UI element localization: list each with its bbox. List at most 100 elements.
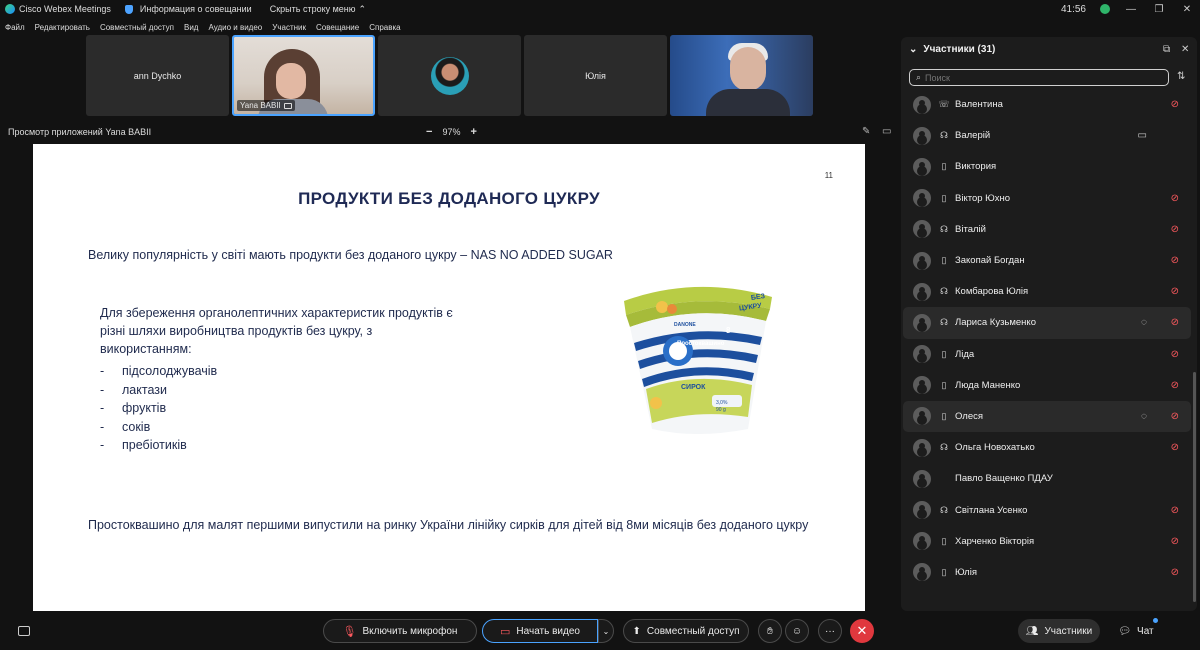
avatar bbox=[913, 438, 931, 457]
meeting-info-button[interactable]: Информация о совещании bbox=[124, 4, 252, 14]
sharing-icon bbox=[283, 102, 292, 109]
participant-row[interactable]: ☊ Лариса Кузьменко ◌ ⊘ bbox=[903, 307, 1191, 339]
avatar bbox=[913, 345, 931, 364]
list-item-text: лактази bbox=[122, 382, 167, 397]
participant-row[interactable]: ▯ Закопай Богдан ⊘ bbox=[903, 245, 1191, 276]
hide-menu-label: Скрыть строку меню bbox=[269, 4, 356, 14]
cup-maker: DANONE bbox=[674, 322, 696, 328]
participant-name: Валерій bbox=[955, 130, 991, 142]
chat-icon: 💬︎ bbox=[1118, 625, 1132, 637]
participant-row[interactable]: ☊ Валерій ▭ bbox=[903, 120, 1191, 151]
avatar bbox=[913, 282, 931, 301]
list-item: - лактази bbox=[100, 381, 217, 400]
mic-muted-icon: ⊘ bbox=[1170, 255, 1179, 267]
participant-row[interactable]: ▯ Харченко Вікторія ⊘ bbox=[903, 526, 1191, 557]
avatar bbox=[430, 56, 469, 95]
participant-row[interactable]: Павло Ващенко ПДАУ bbox=[903, 463, 1191, 494]
menu-meeting[interactable]: Совещание bbox=[316, 23, 359, 32]
menu-participant[interactable]: Участник bbox=[272, 23, 306, 32]
webex-logo-icon bbox=[5, 4, 15, 14]
unmute-button[interactable]: 🎙︎ Включить микрофон bbox=[323, 619, 477, 643]
participants-label: Участники bbox=[1044, 625, 1093, 637]
mic-muted-icon: ⊘ bbox=[1170, 99, 1179, 111]
raise-hand-button[interactable]: ✋︎ bbox=[758, 619, 782, 643]
slide-paragraph: Для збереження органолептичних характери… bbox=[100, 306, 453, 356]
video-tile[interactable] bbox=[378, 35, 521, 116]
zoom-out-button[interactable]: − bbox=[426, 126, 432, 138]
share-screen-icon: ⬆ bbox=[632, 625, 641, 637]
captions-icon[interactable] bbox=[18, 626, 30, 636]
headset-icon: ☊ bbox=[940, 286, 948, 297]
close-icon[interactable]: ✕ bbox=[1181, 44, 1189, 55]
fullscreen-icon[interactable]: ▭ bbox=[882, 126, 891, 137]
participant-row[interactable]: ☊ Світлана Усенко ⊘ bbox=[903, 494, 1191, 525]
share-button[interactable]: ⬆ Совместный доступ bbox=[623, 619, 749, 643]
participant-row[interactable]: ▯ Олеся ◌ ⊘ bbox=[903, 400, 1191, 433]
chat-icon[interactable]: ◌ bbox=[1141, 317, 1147, 328]
participant-row[interactable]: ☊ Віталій ⊘ bbox=[903, 214, 1191, 245]
chevron-up-icon: ⌃ bbox=[358, 3, 367, 14]
menu-file[interactable]: Файл bbox=[5, 23, 25, 32]
list-item-text: фруктів bbox=[122, 401, 167, 415]
panel-scrollbar[interactable] bbox=[1193, 372, 1196, 602]
avatar bbox=[913, 220, 931, 239]
menu-view[interactable]: Вид bbox=[184, 23, 198, 32]
leave-meeting-button[interactable]: ✕ bbox=[850, 619, 874, 643]
participant-row[interactable]: ☏ Валентина ⊘ bbox=[903, 89, 1191, 120]
avatar bbox=[913, 313, 931, 332]
chat-icon[interactable]: ◌ bbox=[1141, 411, 1147, 422]
participant-row[interactable]: ▯ Ліда ⊘ bbox=[903, 339, 1191, 370]
annotate-icon[interactable]: ✎ bbox=[862, 126, 870, 137]
participant-row[interactable]: ▯ Юлія ⊘ bbox=[903, 557, 1191, 588]
participant-row[interactable]: ▯ Виктория bbox=[903, 151, 1191, 182]
zoom-in-button[interactable]: + bbox=[470, 126, 476, 138]
avatar bbox=[913, 126, 931, 145]
participant-row[interactable]: ☊ Ольга Новохатько ⊘ bbox=[903, 432, 1191, 463]
cup-product: СИРОК bbox=[681, 384, 706, 391]
close-window-button[interactable]: ✕ bbox=[1180, 4, 1194, 15]
video-tile[interactable]: ann Dychko bbox=[86, 35, 229, 116]
list-item: - соків bbox=[100, 418, 217, 437]
restore-button[interactable]: ❐ bbox=[1152, 4, 1166, 15]
video-tile[interactable]: Юлія bbox=[524, 35, 667, 116]
mobile-icon: ▯ bbox=[941, 535, 947, 546]
menu-help[interactable]: Справка bbox=[369, 23, 400, 32]
menu-edit[interactable]: Редактировать bbox=[35, 23, 90, 32]
video-options-button[interactable]: ⌄ bbox=[598, 619, 614, 643]
start-video-button[interactable]: ▭ Начать видео bbox=[482, 619, 598, 643]
video-icon[interactable]: ▭ bbox=[1138, 130, 1147, 141]
headset-icon: ☊ bbox=[940, 223, 948, 234]
sort-icon[interactable]: ⇅ bbox=[1177, 71, 1185, 82]
participant-row[interactable]: ☊ Комбарова Юлія ⊘ bbox=[903, 276, 1191, 307]
minimize-button[interactable]: — bbox=[1124, 4, 1138, 15]
mic-muted-icon: ⊘ bbox=[1170, 442, 1179, 454]
participants-toggle-button[interactable]: 👥︎ Участники bbox=[1018, 619, 1100, 643]
shared-slide: 11 ПРОДУКТИ БЕЗ ДОДАНОГО ЦУКРУ Велику по… bbox=[33, 144, 865, 611]
video-tile-active-speaker[interactable]: Yana BABII bbox=[232, 35, 375, 116]
reactions-button[interactable]: ☺ bbox=[785, 619, 809, 643]
video-tile[interactable] bbox=[670, 35, 813, 116]
mobile-icon: ▯ bbox=[941, 255, 947, 266]
participant-row[interactable]: ▯ Віктор Юхно ⊘ bbox=[903, 183, 1191, 214]
participant-name: Віктор Юхно bbox=[955, 192, 1011, 204]
cup-fat: 3,0% bbox=[716, 400, 728, 406]
slide-title: ПРОДУКТИ БЕЗ ДОДАНОГО ЦУКРУ bbox=[298, 189, 600, 208]
menu-bar: Файл Редактировать Совместный доступ Вид… bbox=[0, 18, 1200, 36]
mic-muted-icon: ⊘ bbox=[1170, 348, 1179, 360]
hide-menu-button[interactable]: Скрыть строку меню ⌃ bbox=[270, 4, 366, 15]
cup-brand: Простоквашино bbox=[677, 341, 725, 347]
avatar bbox=[913, 189, 931, 208]
more-options-button[interactable]: ··· bbox=[818, 619, 842, 643]
cup-age: 8 bbox=[726, 326, 731, 335]
slide-footer-text: Простоквашино для малят першими випустил… bbox=[88, 518, 809, 532]
menu-share[interactable]: Совместный доступ bbox=[100, 23, 174, 32]
panel-header: ⌄ Участники (31) bbox=[909, 44, 995, 55]
participant-search[interactable]: ⌕ bbox=[909, 69, 1169, 86]
popout-icon[interactable]: ⧉ bbox=[1163, 44, 1170, 55]
collapse-chevron-icon[interactable]: ⌄ bbox=[909, 44, 917, 55]
mic-muted-icon: ⊘ bbox=[1170, 223, 1179, 235]
menu-audio-video[interactable]: Аудио и видео bbox=[208, 23, 262, 32]
participant-row[interactable]: ▯ Люда Маненко ⊘ bbox=[903, 370, 1191, 401]
search-input[interactable] bbox=[925, 72, 1146, 83]
tile-name: ann Dychko bbox=[133, 70, 182, 81]
